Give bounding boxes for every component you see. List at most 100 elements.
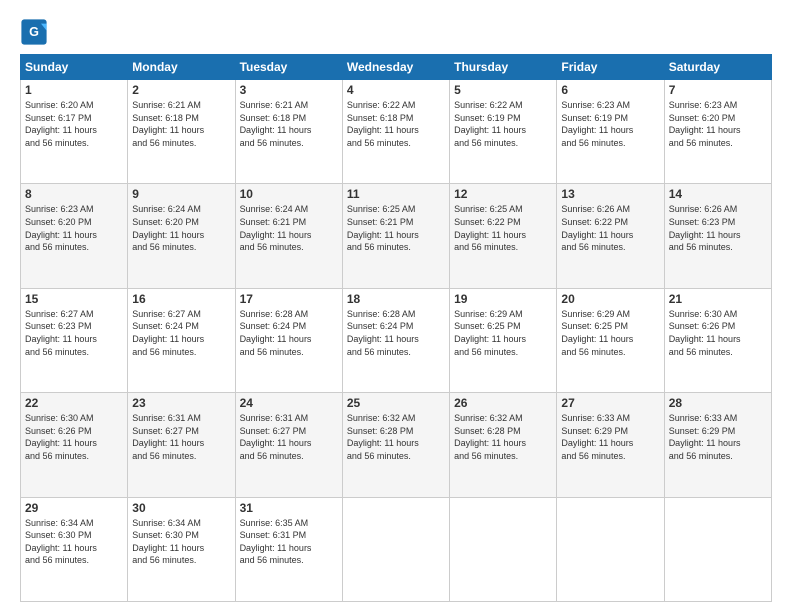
calendar-cell — [557, 497, 664, 601]
day-info: Sunrise: 6:33 AM Sunset: 6:29 PM Dayligh… — [669, 412, 767, 462]
calendar-cell: 26 Sunrise: 6:32 AM Sunset: 6:28 PM Dayl… — [450, 393, 557, 497]
day-number: 23 — [132, 396, 230, 410]
day-info: Sunrise: 6:30 AM Sunset: 6:26 PM Dayligh… — [25, 412, 123, 462]
day-info: Sunrise: 6:31 AM Sunset: 6:27 PM Dayligh… — [240, 412, 338, 462]
calendar-header-monday: Monday — [128, 55, 235, 80]
day-number: 20 — [561, 292, 659, 306]
day-number: 21 — [669, 292, 767, 306]
day-info: Sunrise: 6:23 AM Sunset: 6:20 PM Dayligh… — [669, 99, 767, 149]
day-info: Sunrise: 6:32 AM Sunset: 6:28 PM Dayligh… — [454, 412, 552, 462]
day-info: Sunrise: 6:24 AM Sunset: 6:21 PM Dayligh… — [240, 203, 338, 253]
day-info: Sunrise: 6:23 AM Sunset: 6:20 PM Dayligh… — [25, 203, 123, 253]
calendar-cell: 16 Sunrise: 6:27 AM Sunset: 6:24 PM Dayl… — [128, 288, 235, 392]
page: G SundayMondayTuesdayWednesdayThursdayFr… — [0, 0, 792, 612]
calendar-cell: 11 Sunrise: 6:25 AM Sunset: 6:21 PM Dayl… — [342, 184, 449, 288]
day-number: 26 — [454, 396, 552, 410]
day-info: Sunrise: 6:28 AM Sunset: 6:24 PM Dayligh… — [240, 308, 338, 358]
calendar-header-tuesday: Tuesday — [235, 55, 342, 80]
day-info: Sunrise: 6:23 AM Sunset: 6:19 PM Dayligh… — [561, 99, 659, 149]
calendar-week-4: 22 Sunrise: 6:30 AM Sunset: 6:26 PM Dayl… — [21, 393, 772, 497]
day-info: Sunrise: 6:22 AM Sunset: 6:18 PM Dayligh… — [347, 99, 445, 149]
calendar-week-2: 8 Sunrise: 6:23 AM Sunset: 6:20 PM Dayli… — [21, 184, 772, 288]
day-number: 29 — [25, 501, 123, 515]
day-number: 8 — [25, 187, 123, 201]
calendar-cell: 20 Sunrise: 6:29 AM Sunset: 6:25 PM Dayl… — [557, 288, 664, 392]
calendar-cell: 6 Sunrise: 6:23 AM Sunset: 6:19 PM Dayli… — [557, 80, 664, 184]
calendar-week-1: 1 Sunrise: 6:20 AM Sunset: 6:17 PM Dayli… — [21, 80, 772, 184]
day-number: 2 — [132, 83, 230, 97]
day-number: 25 — [347, 396, 445, 410]
day-info: Sunrise: 6:35 AM Sunset: 6:31 PM Dayligh… — [240, 517, 338, 567]
calendar-cell: 30 Sunrise: 6:34 AM Sunset: 6:30 PM Dayl… — [128, 497, 235, 601]
day-info: Sunrise: 6:25 AM Sunset: 6:21 PM Dayligh… — [347, 203, 445, 253]
calendar-cell: 8 Sunrise: 6:23 AM Sunset: 6:20 PM Dayli… — [21, 184, 128, 288]
calendar-cell: 2 Sunrise: 6:21 AM Sunset: 6:18 PM Dayli… — [128, 80, 235, 184]
calendar-cell: 23 Sunrise: 6:31 AM Sunset: 6:27 PM Dayl… — [128, 393, 235, 497]
calendar-cell — [664, 497, 771, 601]
calendar-cell: 27 Sunrise: 6:33 AM Sunset: 6:29 PM Dayl… — [557, 393, 664, 497]
day-info: Sunrise: 6:34 AM Sunset: 6:30 PM Dayligh… — [132, 517, 230, 567]
calendar-header-sunday: Sunday — [21, 55, 128, 80]
day-number: 4 — [347, 83, 445, 97]
day-info: Sunrise: 6:30 AM Sunset: 6:26 PM Dayligh… — [669, 308, 767, 358]
calendar-cell: 15 Sunrise: 6:27 AM Sunset: 6:23 PM Dayl… — [21, 288, 128, 392]
day-number: 9 — [132, 187, 230, 201]
day-info: Sunrise: 6:31 AM Sunset: 6:27 PM Dayligh… — [132, 412, 230, 462]
day-info: Sunrise: 6:26 AM Sunset: 6:23 PM Dayligh… — [669, 203, 767, 253]
day-number: 3 — [240, 83, 338, 97]
day-info: Sunrise: 6:26 AM Sunset: 6:22 PM Dayligh… — [561, 203, 659, 253]
day-number: 18 — [347, 292, 445, 306]
day-number: 7 — [669, 83, 767, 97]
day-number: 30 — [132, 501, 230, 515]
day-number: 19 — [454, 292, 552, 306]
day-number: 28 — [669, 396, 767, 410]
day-number: 24 — [240, 396, 338, 410]
day-info: Sunrise: 6:20 AM Sunset: 6:17 PM Dayligh… — [25, 99, 123, 149]
calendar-cell: 14 Sunrise: 6:26 AM Sunset: 6:23 PM Dayl… — [664, 184, 771, 288]
calendar-cell: 7 Sunrise: 6:23 AM Sunset: 6:20 PM Dayli… — [664, 80, 771, 184]
day-number: 31 — [240, 501, 338, 515]
calendar-header-friday: Friday — [557, 55, 664, 80]
calendar-cell: 21 Sunrise: 6:30 AM Sunset: 6:26 PM Dayl… — [664, 288, 771, 392]
day-number: 17 — [240, 292, 338, 306]
day-info: Sunrise: 6:29 AM Sunset: 6:25 PM Dayligh… — [454, 308, 552, 358]
day-info: Sunrise: 6:32 AM Sunset: 6:28 PM Dayligh… — [347, 412, 445, 462]
day-info: Sunrise: 6:28 AM Sunset: 6:24 PM Dayligh… — [347, 308, 445, 358]
calendar-cell: 13 Sunrise: 6:26 AM Sunset: 6:22 PM Dayl… — [557, 184, 664, 288]
day-number: 16 — [132, 292, 230, 306]
day-number: 6 — [561, 83, 659, 97]
calendar-table: SundayMondayTuesdayWednesdayThursdayFrid… — [20, 54, 772, 602]
day-number: 11 — [347, 187, 445, 201]
calendar-cell: 4 Sunrise: 6:22 AM Sunset: 6:18 PM Dayli… — [342, 80, 449, 184]
calendar-cell — [450, 497, 557, 601]
logo: G — [20, 18, 52, 46]
svg-text:G: G — [29, 25, 39, 39]
day-info: Sunrise: 6:21 AM Sunset: 6:18 PM Dayligh… — [240, 99, 338, 149]
day-number: 15 — [25, 292, 123, 306]
calendar-cell: 12 Sunrise: 6:25 AM Sunset: 6:22 PM Dayl… — [450, 184, 557, 288]
calendar-cell — [342, 497, 449, 601]
calendar-cell: 28 Sunrise: 6:33 AM Sunset: 6:29 PM Dayl… — [664, 393, 771, 497]
day-info: Sunrise: 6:25 AM Sunset: 6:22 PM Dayligh… — [454, 203, 552, 253]
day-number: 10 — [240, 187, 338, 201]
calendar-cell: 24 Sunrise: 6:31 AM Sunset: 6:27 PM Dayl… — [235, 393, 342, 497]
day-number: 14 — [669, 187, 767, 201]
calendar-cell: 22 Sunrise: 6:30 AM Sunset: 6:26 PM Dayl… — [21, 393, 128, 497]
calendar-cell: 3 Sunrise: 6:21 AM Sunset: 6:18 PM Dayli… — [235, 80, 342, 184]
day-info: Sunrise: 6:33 AM Sunset: 6:29 PM Dayligh… — [561, 412, 659, 462]
calendar-cell: 31 Sunrise: 6:35 AM Sunset: 6:31 PM Dayl… — [235, 497, 342, 601]
day-number: 5 — [454, 83, 552, 97]
calendar-header-wednesday: Wednesday — [342, 55, 449, 80]
calendar-cell: 19 Sunrise: 6:29 AM Sunset: 6:25 PM Dayl… — [450, 288, 557, 392]
calendar-header-saturday: Saturday — [664, 55, 771, 80]
calendar-cell: 17 Sunrise: 6:28 AM Sunset: 6:24 PM Dayl… — [235, 288, 342, 392]
calendar-cell: 5 Sunrise: 6:22 AM Sunset: 6:19 PM Dayli… — [450, 80, 557, 184]
calendar-header-row: SundayMondayTuesdayWednesdayThursdayFrid… — [21, 55, 772, 80]
day-info: Sunrise: 6:29 AM Sunset: 6:25 PM Dayligh… — [561, 308, 659, 358]
day-info: Sunrise: 6:27 AM Sunset: 6:23 PM Dayligh… — [25, 308, 123, 358]
calendar-cell: 18 Sunrise: 6:28 AM Sunset: 6:24 PM Dayl… — [342, 288, 449, 392]
day-info: Sunrise: 6:34 AM Sunset: 6:30 PM Dayligh… — [25, 517, 123, 567]
header: G — [20, 18, 772, 46]
calendar-week-3: 15 Sunrise: 6:27 AM Sunset: 6:23 PM Dayl… — [21, 288, 772, 392]
day-info: Sunrise: 6:21 AM Sunset: 6:18 PM Dayligh… — [132, 99, 230, 149]
